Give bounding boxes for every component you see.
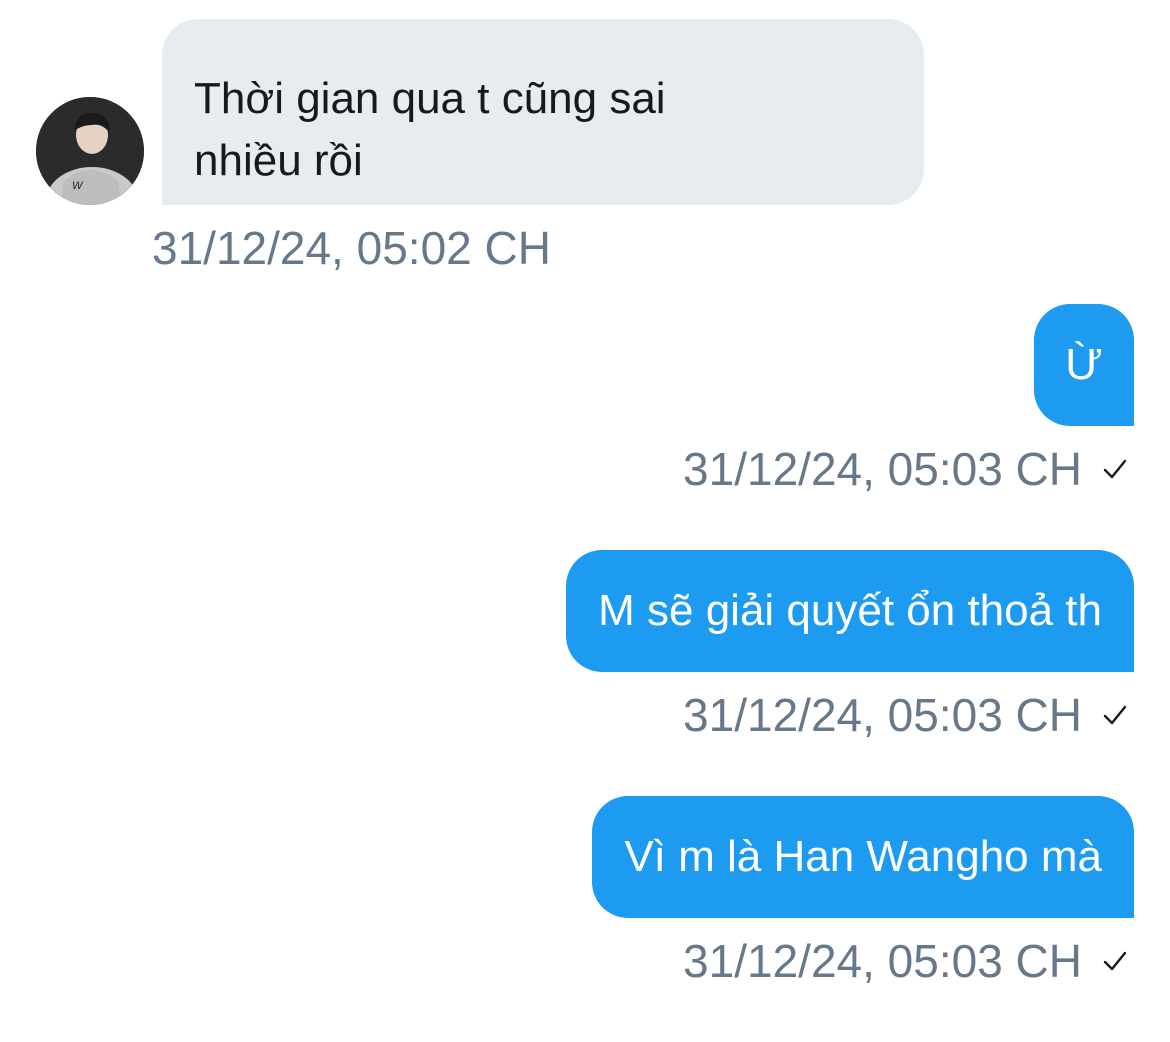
sent-message-meta: 31/12/24, 05:03 CH	[683, 933, 1130, 989]
sent-message-text: Ừ	[1065, 340, 1103, 389]
received-message-bubble[interactable]: Thời gian qua t cũng sai nhiều rồi	[162, 19, 924, 205]
check-icon	[1103, 951, 1127, 971]
sent-message-text: M sẽ giải quyết ổn thoả th	[598, 586, 1102, 635]
sent-message-meta: 31/12/24, 05:03 CH	[683, 441, 1130, 497]
user-avatar-icon: W	[36, 97, 144, 205]
received-message-timestamp: 31/12/24, 05:02 CH	[152, 222, 551, 274]
check-icon	[1103, 459, 1127, 479]
received-message-text: Thời gian qua t cũng sai nhiều rồi	[194, 74, 666, 185]
sent-message-text: Vì m là Han Wangho mà	[624, 832, 1102, 881]
sent-message-bubble[interactable]: M sẽ giải quyết ổn thoả th	[566, 550, 1134, 672]
sender-avatar[interactable]: W	[36, 97, 144, 205]
sent-message-timestamp: 31/12/24, 05:03 CH	[683, 935, 1082, 987]
sent-message-bubble[interactable]: Ừ	[1034, 304, 1134, 426]
svg-text:W: W	[72, 180, 84, 192]
sent-message-meta: 31/12/24, 05:03 CH	[683, 687, 1130, 743]
sent-message-timestamp: 31/12/24, 05:03 CH	[683, 689, 1082, 741]
sent-message-bubble[interactable]: Vì m là Han Wangho mà	[592, 796, 1134, 918]
check-icon	[1103, 705, 1127, 725]
sent-message-timestamp: 31/12/24, 05:03 CH	[683, 443, 1082, 495]
